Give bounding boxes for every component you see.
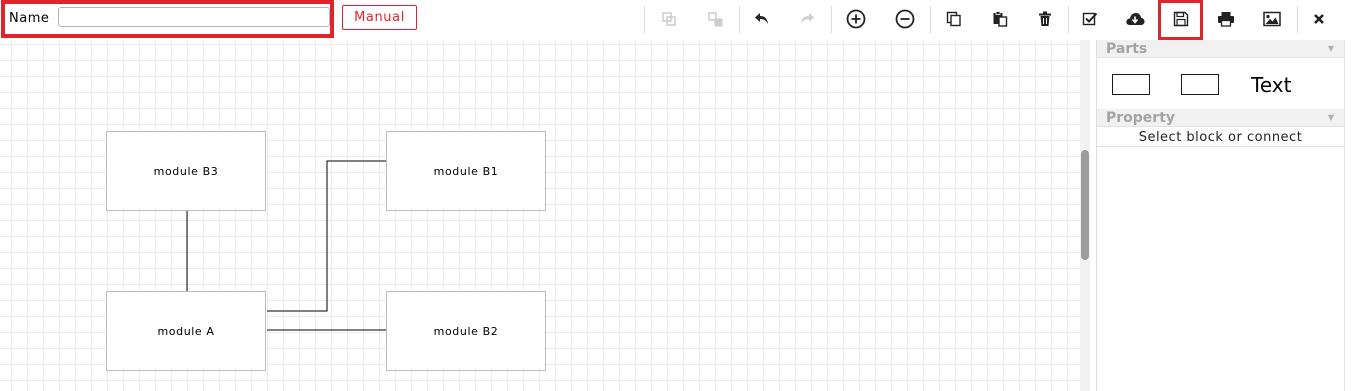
parts-palette: Text [1097,59,1344,109]
undo-button[interactable] [745,3,779,35]
block-module-a[interactable]: module A [106,291,266,371]
zoom-in-icon [846,9,866,29]
name-input[interactable] [58,7,330,27]
validate-button[interactable] [1073,3,1107,35]
parts-title: Parts [1106,41,1148,57]
zoom-in-button[interactable] [839,3,873,35]
save-highlight-frame [1158,0,1203,40]
connection-a-b1[interactable] [267,160,387,312]
zoom-out-button[interactable] [888,3,922,35]
toolbar-separator [930,6,931,33]
copy-icon [946,11,961,27]
paste-icon [993,11,1008,27]
scrollbar-thumb[interactable] [1081,150,1089,260]
print-button[interactable] [1209,3,1243,35]
name-label: Name [9,11,50,26]
print-icon [1218,12,1234,27]
chevron-down-icon: ▼ [1327,113,1334,122]
group-button[interactable] [652,3,686,35]
delete-button[interactable] [1028,3,1062,35]
block-module-b2[interactable]: module B2 [386,291,546,371]
paste-button[interactable] [983,3,1017,35]
image-export-button[interactable] [1255,3,1289,35]
diagram-canvas[interactable]: module B3 module B1 module A module B2 [0,40,1080,391]
chevron-down-icon: ▼ [1327,44,1334,53]
undo-icon [755,13,768,24]
toolbar: Name Manual [0,0,1352,40]
copy-button[interactable] [937,3,971,35]
block-label: module B2 [433,324,499,338]
parts-header[interactable]: Parts ▼ [1097,40,1344,58]
canvas-scrollbar[interactable] [1080,40,1090,391]
property-title: Property [1106,110,1176,126]
toolbar-separator [739,6,740,33]
toolbar-separator [1297,6,1298,33]
block-label: module B1 [433,164,499,178]
ungroup-icon [708,12,723,27]
toolbar-separator [831,6,832,33]
block-label: module A [157,324,215,338]
close-icon [1314,14,1324,24]
validate-icon [1082,12,1098,26]
redo-button[interactable] [790,3,824,35]
group-icon [662,12,676,26]
panel-divider [1344,40,1345,391]
part-block-shape[interactable] [1112,74,1150,95]
manual-button[interactable]: Manual [342,5,417,30]
block-label: module B3 [153,164,219,178]
part-text[interactable]: Text [1251,73,1291,97]
ungroup-button[interactable] [698,3,732,35]
toolbar-separator [644,6,645,33]
zoom-out-icon [895,9,915,29]
redo-icon [801,13,814,24]
block-module-b3[interactable]: module B3 [106,131,266,211]
property-placeholder: Select block or connect [1097,128,1344,147]
image-icon [1263,11,1281,27]
name-field-group: Name [1,0,334,38]
delete-icon [1039,11,1051,26]
part-block-shape-alt[interactable] [1181,74,1219,95]
cloud-download-button[interactable] [1118,3,1152,35]
toolbar-separator [1068,6,1069,33]
cloud-download-icon [1126,13,1145,25]
block-module-b1[interactable]: module B1 [386,131,546,211]
close-button[interactable] [1302,3,1336,35]
property-header[interactable]: Property ▼ [1097,109,1344,127]
